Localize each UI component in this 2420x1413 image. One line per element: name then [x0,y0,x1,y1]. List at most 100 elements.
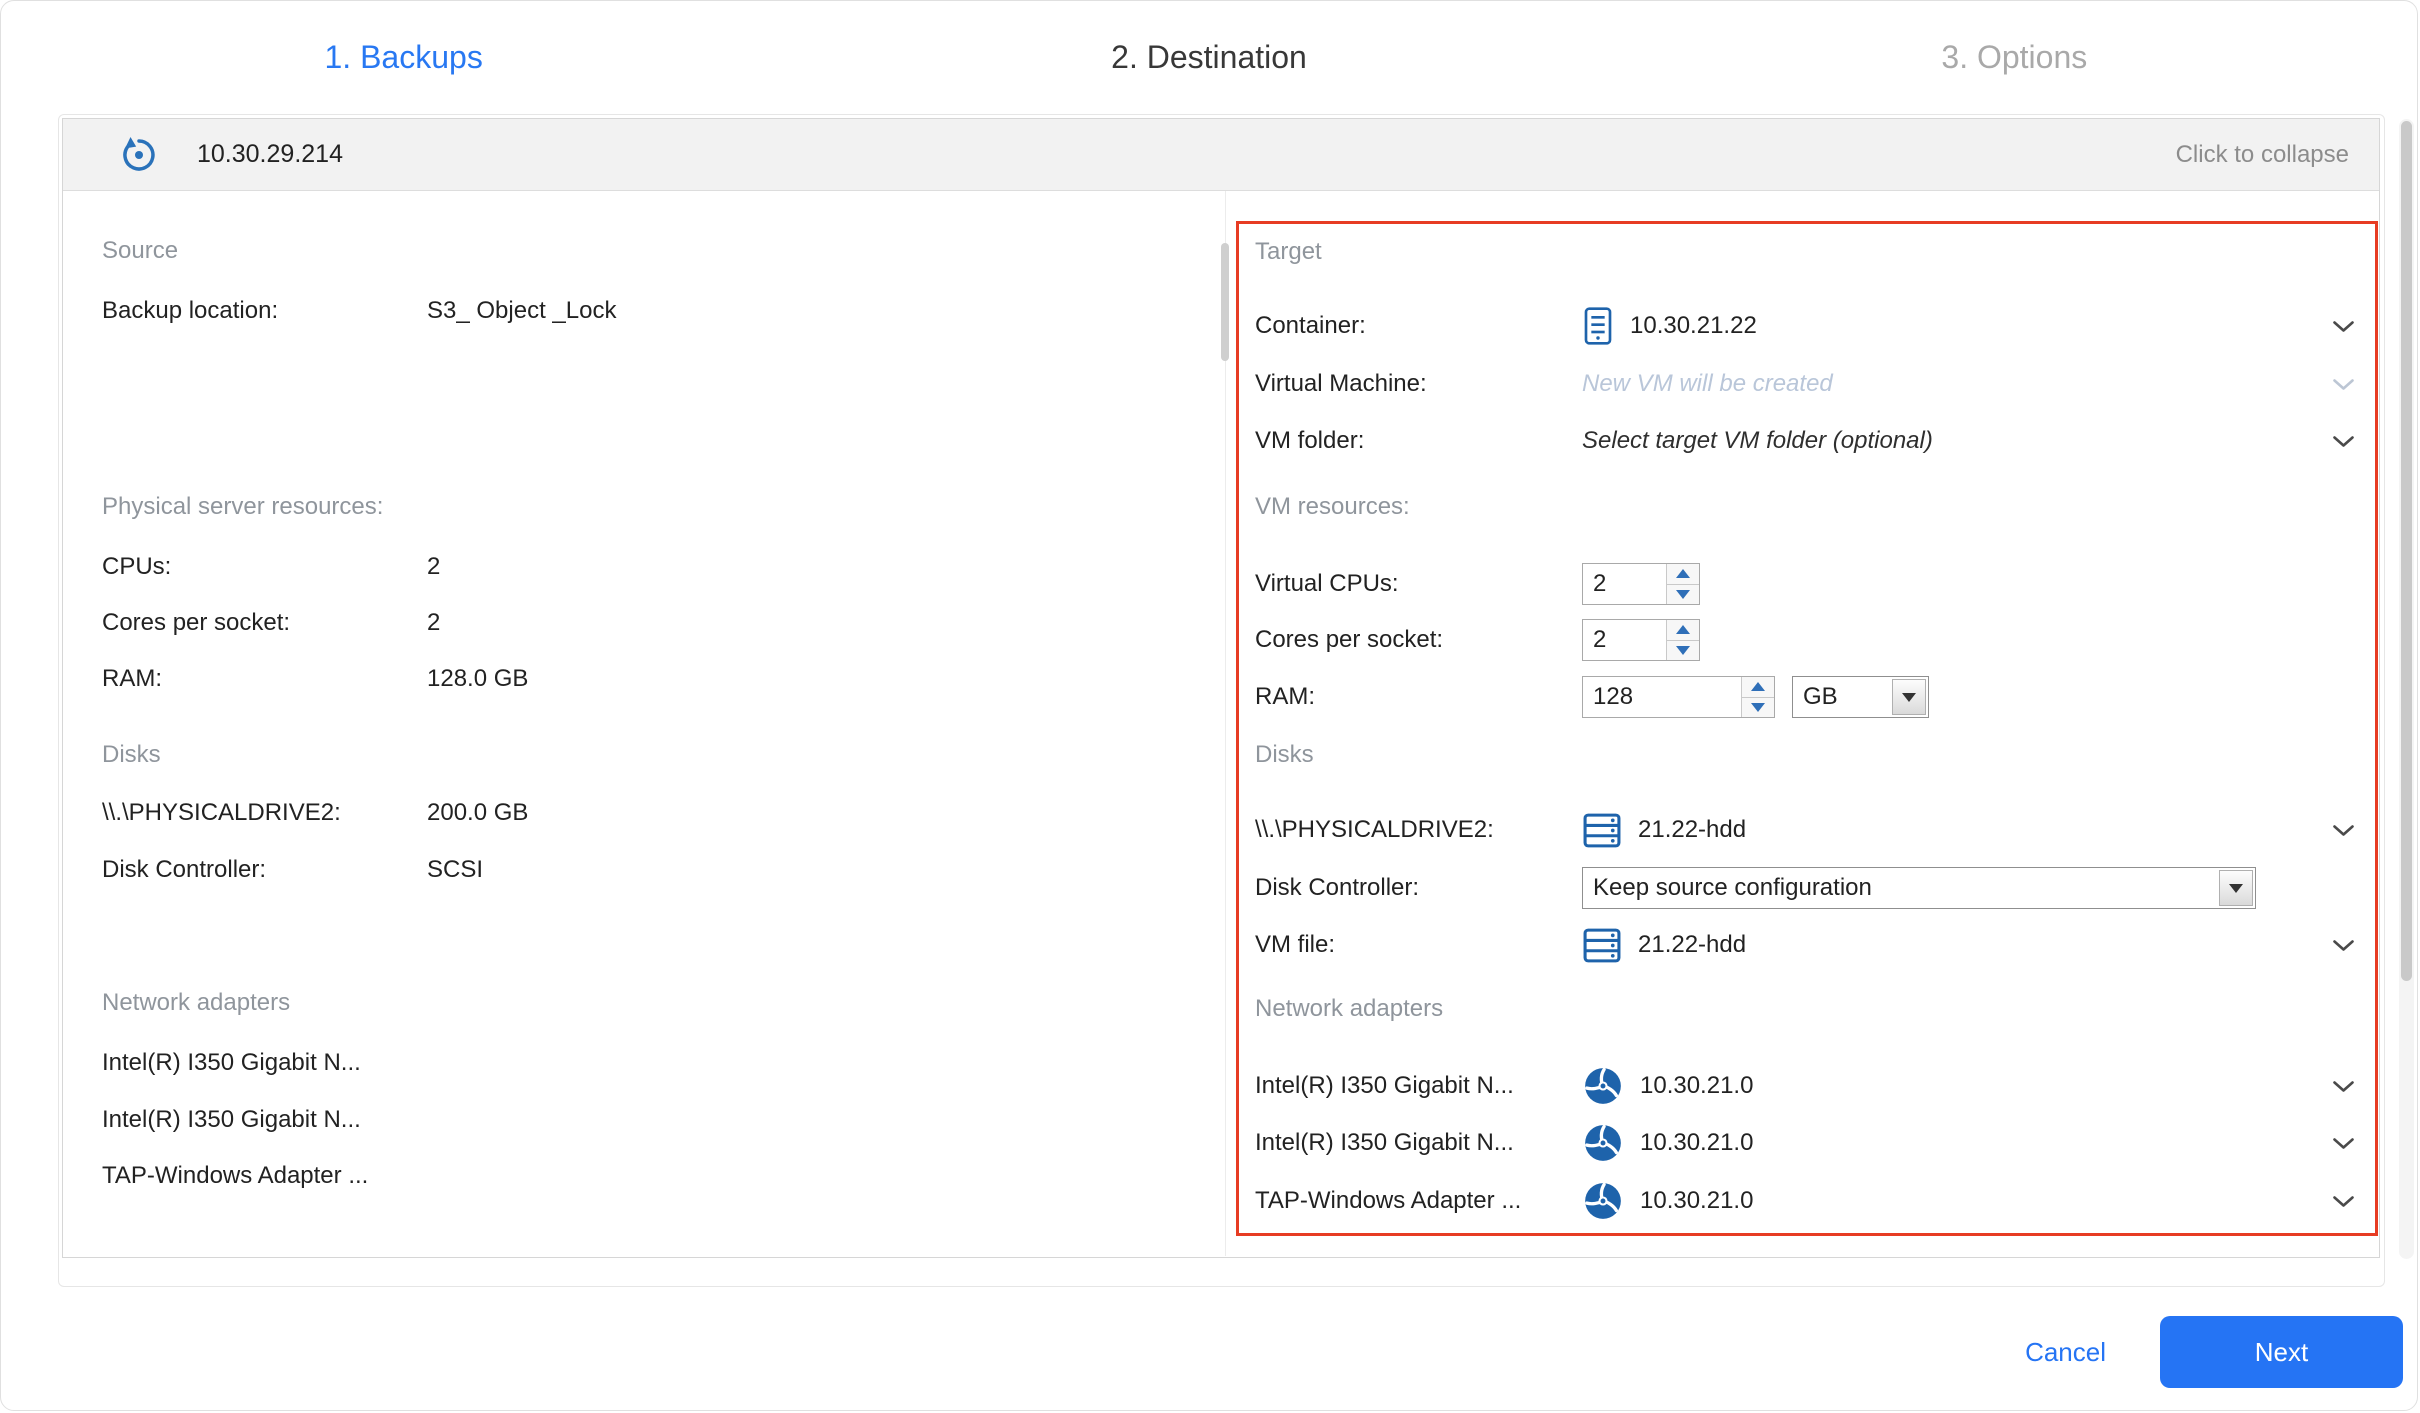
target-cores-label: Cores per socket: [1255,626,1582,654]
source-disk-value: 200.0 GB [427,799,528,827]
chevron-down-icon [2332,435,2355,448]
disk-icon [1582,812,1622,849]
target-adapter-row: TAP-Windows Adapter ... [1255,1183,2355,1219]
target-adapter-1-select[interactable]: 10.30.21.0 [1582,1065,2355,1107]
source-adapter-3: TAP-Windows Adapter ... [102,1161,1202,1191]
vm-file-row: VM file: 21.22-hdd [1255,927,2355,963]
wizard-steps: 1. Backups 2. Destination 3. Options [1,39,2417,76]
physical-resources-heading: Physical server resources: [102,492,1202,522]
next-button[interactable]: Next [2160,1316,2403,1388]
ram-input[interactable] [1583,677,1741,717]
target-adapter-3-select[interactable]: 10.30.21.0 [1582,1180,2355,1222]
source-heading: Source [102,236,1202,266]
virtual-machine-placeholder: New VM will be created [1582,370,1833,398]
source-controller-row: Disk Controller: SCSI [102,855,1202,885]
wizard-footer: Cancel Next [2025,1316,2403,1388]
chevron-down-icon [2332,1195,2355,1208]
chevron-down-icon [2332,320,2355,333]
target-disk-row: \\.\PHYSICALDRIVE2: 21.22-hdd [1255,812,2355,848]
container-select[interactable]: 10.30.21.22 [1582,306,2355,346]
cores-decrement-button[interactable] [1667,641,1699,661]
network-icon [1582,1065,1624,1107]
vm-folder-row: VM folder: Select target VM folder (opti… [1255,423,2355,459]
step-destination[interactable]: 2. Destination [806,39,1611,76]
step-options[interactable]: 3. Options [1612,39,2417,76]
vm-folder-select[interactable]: Select target VM folder (optional) [1582,427,2355,455]
network-icon [1582,1180,1624,1222]
disk-icon [1582,927,1622,964]
vm-folder-placeholder: Select target VM folder (optional) [1582,427,1933,455]
container-value: 10.30.21.22 [1630,312,1757,340]
target-disk-select[interactable]: 21.22-hdd [1582,812,2355,849]
cores-stepper [1582,619,1700,661]
cpus-value: 2 [427,553,440,581]
target-adapter-2-label: Intel(R) I350 Gigabit N... [1255,1129,1582,1157]
vm-file-label: VM file: [1255,931,1582,959]
ram-label: RAM: [102,665,427,693]
ram-unit-select[interactable]: GB [1792,676,1929,718]
target-disk-label: \\.\PHYSICALDRIVE2: [1255,816,1582,844]
scrollbar-thumb[interactable] [2401,121,2412,981]
source-controller-value: SCSI [427,856,483,884]
scroll-viewport: 10.30.29.214 Click to collapse Source Ba… [58,114,2385,1287]
target-adapter-2-value: 10.30.21.0 [1640,1129,1753,1157]
vm-file-value: 21.22-hdd [1638,931,1746,959]
vm-file-select[interactable]: 21.22-hdd [1582,927,2355,964]
pane-scrollbar-thumb[interactable] [1221,243,1229,361]
virtual-machine-select[interactable]: New VM will be created [1582,370,2355,398]
machine-panel-header[interactable]: 10.30.29.214 Click to collapse [63,119,2379,191]
cores-input[interactable] [1583,620,1666,660]
vcpus-decrement-button[interactable] [1667,585,1699,605]
target-adapter-row: Intel(R) I350 Gigabit N... [1255,1068,2355,1104]
vm-folder-label: VM folder: [1255,427,1582,455]
cpus-row: CPUs: 2 [102,552,1202,582]
target-disk-value: 21.22-hdd [1638,816,1746,844]
container-row: Container: 10. [1255,308,2355,344]
target-ram-row: RAM: GB [1255,679,2355,715]
virtual-machine-label: Virtual Machine: [1255,370,1582,398]
cores-increment-button[interactable] [1667,620,1699,641]
vcpus-row: Virtual CPUs: [1255,566,2355,602]
vcpus-input[interactable] [1583,564,1666,604]
restore-wizard-page: 1. Backups 2. Destination 3. Options 10.… [0,0,2418,1411]
ram-row: RAM: 128.0 GB [102,664,1202,694]
source-disk-label: \\.\PHYSICALDRIVE2: [102,799,427,827]
cores-row: Cores per socket: 2 [102,608,1202,638]
step-backups[interactable]: 1. Backups [1,39,806,76]
ram-decrement-button[interactable] [1742,698,1774,718]
target-network-heading: Network adapters [1255,994,2355,1024]
source-controller-label: Disk Controller: [102,856,427,884]
target-adapter-1-label: Intel(R) I350 Gigabit N... [1255,1072,1582,1100]
dropdown-arrow-icon [1892,679,1926,715]
chevron-down-icon [2332,378,2355,391]
disk-controller-value: Keep source configuration [1583,874,2217,902]
cancel-button[interactable]: Cancel [2025,1337,2106,1368]
backup-location-label: Backup location: [102,297,427,325]
target-adapter-2-select[interactable]: 10.30.21.0 [1582,1122,2355,1164]
vertical-scrollbar[interactable] [2399,119,2414,1259]
ram-increment-button[interactable] [1742,677,1774,698]
chevron-down-icon [2332,1080,2355,1093]
target-pane-highlight: Target Container: [1236,221,2378,1236]
source-adapter-2: Intel(R) I350 Gigabit N... [102,1105,1202,1135]
panel-body: Source Backup location: S3_ Object _Lock… [63,191,2379,1256]
source-disk-row: \\.\PHYSICALDRIVE2: 200.0 GB [102,798,1202,828]
target-controller-label: Disk Controller: [1255,874,1582,902]
source-pane: Source Backup location: S3_ Object _Lock… [102,191,1202,1191]
machine-panel: 10.30.29.214 Click to collapse Source Ba… [62,118,2380,1258]
collapse-hint: Click to collapse [2176,141,2349,169]
restore-icon [119,135,159,175]
disk-controller-select[interactable]: Keep source configuration [1582,867,2256,909]
container-icon [1582,306,1614,346]
chevron-down-icon [2332,939,2355,952]
cores-value: 2 [427,609,440,637]
chevron-down-icon [2332,1137,2355,1150]
target-adapter-3-label: TAP-Windows Adapter ... [1255,1187,1582,1215]
vcpus-stepper [1582,563,1700,605]
virtual-machine-row: Virtual Machine: New VM will be created [1255,366,2355,402]
vcpus-increment-button[interactable] [1667,564,1699,585]
container-label: Container: [1255,312,1582,340]
target-ram-label: RAM: [1255,683,1582,711]
source-disks-heading: Disks [102,740,1202,770]
target-controller-row: Disk Controller: Keep source configurati… [1255,870,2355,906]
